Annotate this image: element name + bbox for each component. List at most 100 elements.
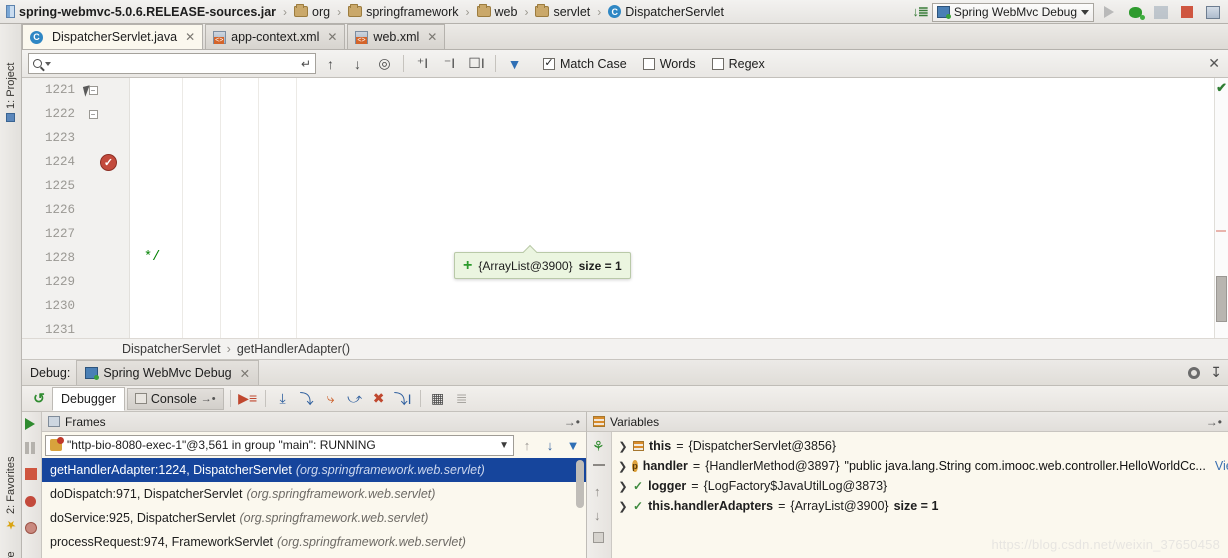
list-item[interactable]: getHandlerAdapter:1224, DispatcherServle… bbox=[42, 458, 586, 482]
variable-row[interactable]: ❯ this = {DispatcherServlet@3856} bbox=[612, 436, 1228, 456]
breakpoint-icon[interactable]: ✓ bbox=[100, 154, 117, 171]
remove-occurrence-button[interactable]: ⁻I bbox=[437, 52, 462, 76]
copy-icon[interactable] bbox=[593, 532, 604, 543]
filter-icon[interactable]: ▼ bbox=[502, 52, 527, 76]
step-over-icon[interactable]: ⤓ bbox=[272, 388, 294, 410]
variable-row[interactable]: ❯ ✓ this.handlerAdapters = {ArrayList@39… bbox=[612, 496, 1228, 516]
editor-gutter[interactable]: 1221 1222 1223 1224 1225 1226 1227 1228 … bbox=[22, 78, 130, 338]
settings-icon[interactable]: →• bbox=[1206, 415, 1228, 429]
mute-breakpoints-icon[interactable] bbox=[25, 522, 40, 537]
divider bbox=[495, 55, 496, 72]
view-breakpoints-icon[interactable] bbox=[25, 496, 40, 511]
remove-watch-icon[interactable] bbox=[593, 464, 605, 466]
tab-debugger[interactable]: Debugger bbox=[52, 386, 125, 411]
breadcrumb-springframework[interactable]: springframework bbox=[346, 0, 460, 24]
show-execution-point-icon[interactable]: ▶≡ bbox=[237, 388, 259, 410]
step-out-icon[interactable]: ⤻ bbox=[344, 388, 366, 410]
add-watch-icon[interactable]: ⚘ bbox=[592, 438, 605, 455]
filter-icon[interactable]: ▼ bbox=[563, 435, 583, 456]
tab-web-xml[interactable]: web.xml ✕ bbox=[347, 24, 446, 49]
chevron-right-icon[interactable]: ❯ bbox=[618, 500, 628, 513]
select-all-occurrences-button[interactable]: ◎ bbox=[372, 52, 397, 76]
find-next-button[interactable]: ↓ bbox=[345, 52, 370, 76]
sidebar-item-favorites[interactable]: ★ 2: Favorites bbox=[0, 428, 22, 532]
frames-list[interactable]: getHandlerAdapter:1224, DispatcherServle… bbox=[42, 458, 586, 558]
code-text[interactable]: */ protected HandlerAdapter getHandlerAd… bbox=[130, 78, 1228, 338]
search-box[interactable]: ↵ bbox=[28, 53, 316, 74]
add-occurrence-button[interactable]: ⁺I bbox=[410, 52, 435, 76]
move-up-icon[interactable]: ↑ bbox=[517, 435, 537, 456]
step-into-icon[interactable]: ⤵ bbox=[296, 388, 318, 410]
chevron-down-icon[interactable] bbox=[45, 61, 51, 66]
sidebar-item-project[interactable]: 1: Project bbox=[0, 26, 22, 122]
list-item[interactable]: doDispatch:971, DispatcherServlet (org.s… bbox=[42, 482, 586, 506]
debug-button[interactable] bbox=[1124, 1, 1146, 23]
tab-console[interactable]: Console →• bbox=[126, 387, 224, 410]
variable-row[interactable]: ❯ p handler = {HandlerMethod@3897} "publ… bbox=[612, 456, 1228, 476]
run-button[interactable] bbox=[1098, 1, 1120, 23]
stop-button[interactable] bbox=[1176, 1, 1198, 23]
fold-marker[interactable]: − bbox=[85, 102, 101, 126]
breadcrumb-org[interactable]: org bbox=[292, 0, 332, 24]
force-step-into-icon[interactable]: ⤷ bbox=[320, 388, 342, 410]
drop-frame-icon[interactable]: ✖ bbox=[368, 388, 390, 410]
breadcrumb-servlet[interactable]: servlet bbox=[533, 0, 592, 24]
hide-icon[interactable]: ↧ bbox=[1210, 364, 1222, 381]
sidebar-item-structure[interactable]: Structure bbox=[0, 524, 22, 558]
close-icon[interactable]: ✕ bbox=[427, 30, 437, 44]
list-item[interactable]: doGet:866, FrameworkServlet (org.springf… bbox=[42, 554, 586, 558]
stop-icon[interactable] bbox=[25, 468, 40, 483]
layout-button[interactable] bbox=[1202, 1, 1224, 23]
move-down-icon[interactable]: ↓ bbox=[540, 435, 560, 456]
breadcrumb-jar[interactable]: spring-webmvc-5.0.6.RELEASE-sources.jar bbox=[4, 0, 278, 24]
find-previous-button[interactable]: ↑ bbox=[318, 52, 343, 76]
move-down-icon[interactable]: ↓ bbox=[594, 508, 601, 523]
run-configuration-selector[interactable]: Spring WebMvc Debug bbox=[931, 2, 1094, 22]
rerun-button[interactable] bbox=[1150, 1, 1172, 23]
list-item[interactable]: processRequest:974, FrameworkServlet (or… bbox=[42, 530, 586, 554]
vertical-scrollbar-thumb[interactable] bbox=[1216, 276, 1227, 322]
code-editor[interactable]: 1221 1222 1223 1224 1225 1226 1227 1228 … bbox=[22, 78, 1228, 338]
match-case-checkbox[interactable]: Match Case bbox=[543, 57, 627, 71]
tab-app-context-xml[interactable]: app-context.xml ✕ bbox=[205, 24, 346, 49]
expand-icon[interactable]: + bbox=[463, 257, 472, 274]
error-stripe-marker-panel[interactable]: ✔ bbox=[1214, 78, 1228, 338]
chevron-right-icon[interactable]: ❯ bbox=[618, 460, 627, 473]
variable-row[interactable]: ❯ ✓ logger = {LogFactory$JavaUtilLog@387… bbox=[612, 476, 1228, 496]
thread-selector[interactable]: "http-bio-8080-exec-1"@3,561 in group "m… bbox=[45, 434, 514, 456]
breadcrumb-class[interactable]: DispatcherServlet bbox=[122, 342, 221, 356]
words-checkbox[interactable]: Words bbox=[642, 57, 696, 71]
chevron-right-icon[interactable]: ❯ bbox=[618, 480, 628, 493]
close-icon[interactable]: ✕ bbox=[185, 30, 195, 44]
pause-program-icon[interactable] bbox=[25, 442, 40, 457]
close-icon[interactable]: ✕ bbox=[327, 30, 337, 44]
collapse-icon: − bbox=[88, 110, 98, 120]
debug-session-tab[interactable]: Spring WebMvc Debug ✕ bbox=[76, 360, 260, 385]
evaluate-expression-icon[interactable]: ▦ bbox=[427, 388, 449, 410]
frame-package: (org.springframework.web.servlet) bbox=[246, 487, 436, 501]
search-input[interactable] bbox=[54, 56, 298, 71]
move-up-icon[interactable]: ↑ bbox=[594, 484, 601, 499]
sort-icon[interactable]: ↓≣ bbox=[912, 4, 928, 20]
breadcrumb-web[interactable]: web bbox=[475, 0, 520, 24]
close-icon[interactable]: ✕ bbox=[240, 366, 250, 381]
settings-icon[interactable]: →• bbox=[564, 415, 586, 429]
tab-dispatcherservlet-java[interactable]: C DispatcherServlet.java ✕ bbox=[22, 24, 204, 49]
view-link[interactable]: View bbox=[1215, 459, 1228, 473]
restart-icon[interactable]: ↺ bbox=[28, 388, 50, 410]
gear-icon[interactable] bbox=[1188, 366, 1201, 379]
frames-scrollbar[interactable] bbox=[576, 460, 584, 508]
list-item[interactable]: doService:925, DispatcherServlet (org.sp… bbox=[42, 506, 586, 530]
breadcrumb-method[interactable]: getHandlerAdapter() bbox=[237, 342, 350, 356]
debug-action-rail bbox=[22, 412, 42, 558]
resume-program-icon[interactable] bbox=[25, 418, 40, 433]
variables-tree[interactable]: ❯ this = {DispatcherServlet@3856} ❯ p ha… bbox=[612, 432, 1228, 558]
mute-breakpoints-icon[interactable]: ≣ bbox=[451, 388, 473, 410]
select-all-button[interactable]: ☐I bbox=[464, 52, 489, 76]
parameter-icon: p bbox=[632, 460, 638, 472]
chevron-right-icon[interactable]: ❯ bbox=[618, 440, 628, 453]
run-to-cursor-icon[interactable]: ⤵I bbox=[392, 388, 414, 410]
regex-checkbox[interactable]: Regex bbox=[711, 57, 765, 71]
close-find-button[interactable]: ✕ bbox=[1208, 55, 1220, 72]
breadcrumb-dispatcherservlet[interactable]: C DispatcherServlet bbox=[606, 0, 726, 24]
